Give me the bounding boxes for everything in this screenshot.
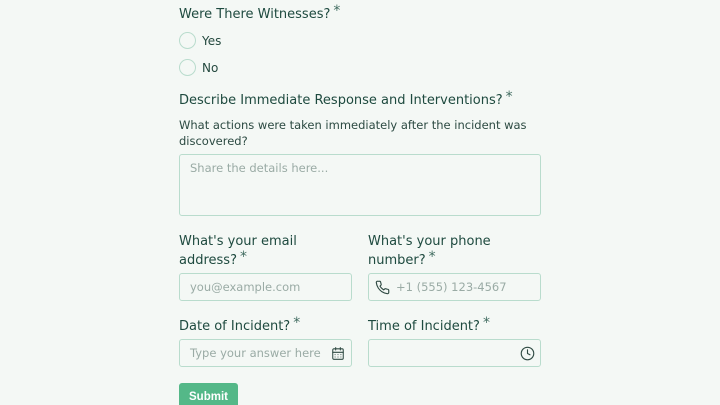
required-mark: * [333,3,341,19]
email-question-line1: What's your email [179,234,297,249]
email-input[interactable]: you@example.com [179,273,352,301]
radio-no[interactable] [179,59,196,76]
phone-question-line2: number? [368,253,426,268]
response-helper: What actions were taken immediately afte… [179,117,527,149]
email-placeholder: you@example.com [190,280,301,294]
submit-button[interactable]: Submit [179,383,238,405]
time-question: Time of Incident? * [368,315,490,336]
phone-question: What's your phone number? * [368,232,491,270]
response-helper-line2: discovered? [179,134,248,148]
response-textarea[interactable]: Share the details here... [179,154,541,216]
date-question-text: Date of Incident? [179,319,291,334]
radio-no-label: No [202,60,219,75]
radio-yes[interactable] [179,32,196,49]
required-mark: * [239,249,247,265]
required-mark: * [505,89,513,105]
witnesses-option-yes[interactable]: Yes [179,32,221,49]
response-placeholder: Share the details here... [190,161,329,175]
witnesses-question: Were There Witnesses? * [179,3,341,24]
response-question-text: Describe Immediate Response and Interven… [179,93,503,108]
response-question: Describe Immediate Response and Interven… [179,89,513,110]
date-placeholder: Type your answer here [190,346,321,360]
required-mark: * [293,315,301,331]
phone-placeholder: +1 (555) 123-4567 [396,280,507,294]
time-question-text: Time of Incident? [368,319,480,334]
date-input[interactable]: Type your answer here [179,339,352,367]
email-question: What's your email address? * [179,232,297,270]
date-question: Date of Incident? * [179,315,301,336]
phone-input[interactable]: +1 (555) 123-4567 [368,273,541,301]
clock-icon[interactable] [520,346,535,361]
time-input[interactable] [368,339,541,367]
response-helper-line1: What actions were taken immediately afte… [179,118,527,132]
required-mark: * [428,249,436,265]
radio-yes-label: Yes [202,33,222,48]
witnesses-question-text: Were There Witnesses? [179,7,331,22]
email-question-line2: address? [179,253,237,268]
witnesses-option-no[interactable]: No [179,59,218,76]
required-mark: * [482,315,490,331]
calendar-icon[interactable] [331,346,345,361]
phone-icon [375,280,390,295]
